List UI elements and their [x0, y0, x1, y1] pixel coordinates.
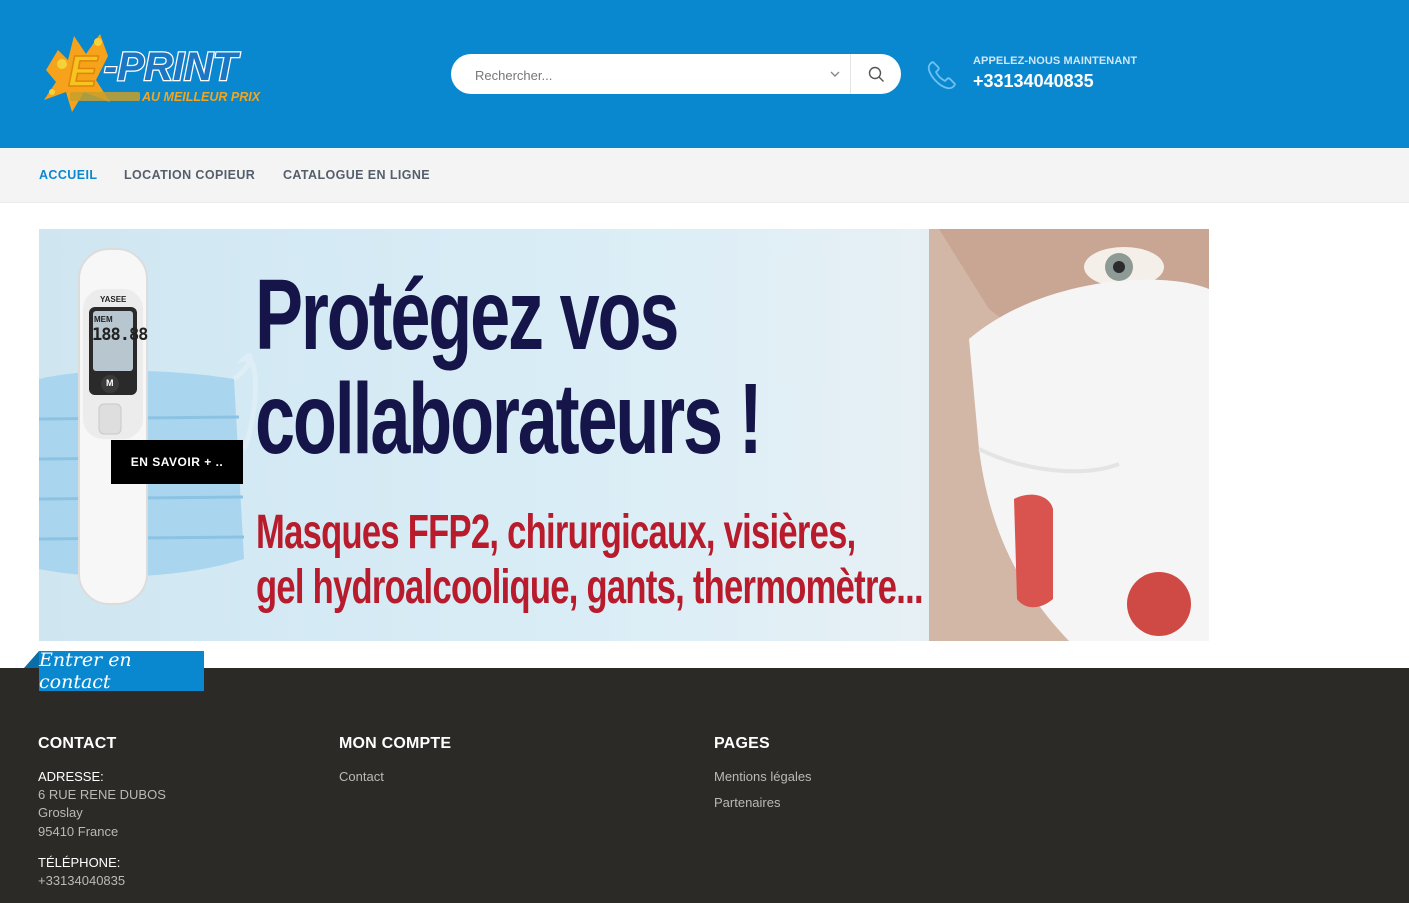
banner-subline-line-2: gel hydroalcoolique, gants, thermomètre.…	[256, 561, 924, 614]
address-line-1: 6 RUE RENE DUBOS	[38, 787, 166, 802]
promo-banner[interactable]: YASEE MEM 188.88 M Protégez vos collabor…	[39, 229, 1209, 641]
search-button[interactable]	[851, 54, 901, 94]
address-line-3: 95410 France	[38, 824, 119, 839]
phone-label: TÉLÉPHONE:	[38, 855, 121, 870]
search-bar	[451, 54, 901, 96]
thermo-mem: MEM	[94, 315, 113, 324]
nav-item-catalogue-en-ligne[interactable]: CATALOGUE EN LIGNE	[283, 168, 430, 182]
svg-text:AU MEILLEUR PRIX: AU MEILLEUR PRIX	[141, 90, 261, 104]
search-icon	[868, 66, 884, 82]
footer-contact-title: CONTACT	[38, 735, 117, 752]
phone-icon	[927, 61, 956, 90]
banner-headline-line-2: collaborateurs !	[255, 363, 763, 475]
footer-link-mentions-legales[interactable]: Mentions légales	[714, 769, 812, 784]
site-footer	[0, 668, 1409, 903]
chevron-down-icon[interactable]	[828, 67, 842, 81]
nav-item-accueil[interactable]: ACCUEIL	[39, 168, 97, 182]
svg-text:E: E	[68, 47, 99, 96]
thermo-brand: YASEE	[100, 295, 127, 304]
address-label: ADRESSE:	[38, 769, 104, 784]
learn-more-button[interactable]: EN SAVOIR + ..	[111, 440, 243, 484]
banner-subline: Masques FFP2, chirurgicaux, visières, ge…	[256, 505, 924, 615]
address-line-2: Groslay	[38, 805, 83, 820]
footer-pages-title: PAGES	[714, 735, 770, 752]
footer-link-contact[interactable]: Contact	[339, 769, 384, 784]
footer-link-partenaires[interactable]: Partenaires	[714, 795, 780, 810]
thermo-button-label: M	[106, 378, 114, 388]
main-nav: ACCUEIL LOCATION COPIEUR CATALOGUE EN LI…	[0, 148, 1409, 203]
banner-headline-line-1: Protégez vos	[255, 259, 679, 371]
svg-text:-PRINT: -PRINT	[104, 45, 241, 89]
footer-account-title: MON COMPTE	[339, 735, 452, 752]
banner-headline: Protégez vos collaborateurs !	[255, 259, 763, 475]
footer-phone[interactable]: +33134040835	[38, 873, 125, 888]
thermo-reading: 188.88	[92, 325, 148, 345]
call-label: APPELEZ-NOUS MAINTENANT	[973, 55, 1138, 67]
contact-tab-button[interactable]: Entrer en contact	[39, 649, 204, 693]
search-input[interactable]	[473, 54, 817, 96]
nav-item-location-copieur[interactable]: LOCATION COPIEUR	[124, 168, 255, 182]
site-logo[interactable]: E -PRINT AU MEILLEUR PRIX	[38, 30, 290, 116]
logo-icon: E -PRINT AU MEILLEUR PRIX	[44, 34, 261, 112]
contact-tab-notch	[24, 651, 39, 668]
call-number[interactable]: +33134040835	[973, 71, 1094, 92]
banner-subline-line-1: Masques FFP2, chirurgicaux, visières,	[256, 506, 856, 559]
